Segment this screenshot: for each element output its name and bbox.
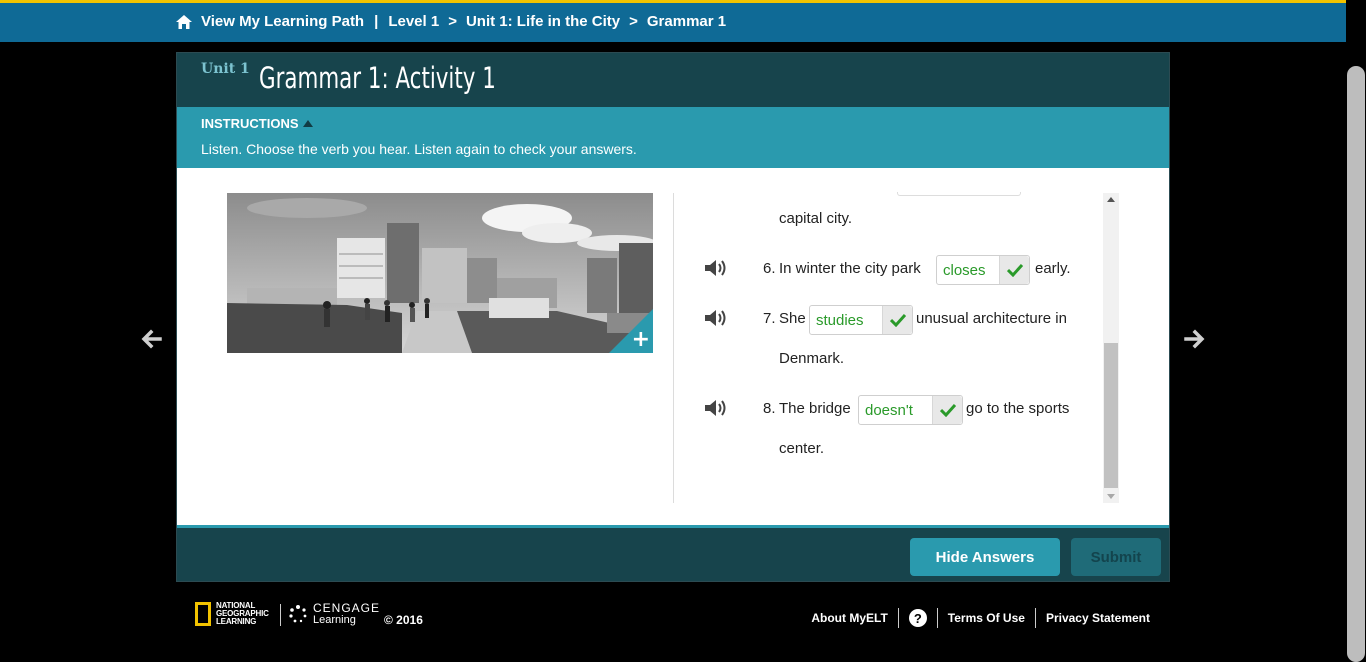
- check-icon: [932, 396, 962, 424]
- answer-value: closes: [943, 262, 986, 279]
- action-bar: Hide Answers Submit: [177, 525, 1169, 581]
- breadcrumb-learning-path[interactable]: View My Learning Path: [201, 13, 364, 30]
- speaker-icon[interactable]: [703, 398, 727, 418]
- breadcrumb-lesson[interactable]: Grammar 1: [647, 13, 726, 30]
- column-divider: [673, 193, 674, 503]
- cengage-sub: Learning: [313, 614, 356, 626]
- question-7-text: She: [779, 310, 806, 327]
- breadcrumb-level[interactable]: Level 1: [388, 13, 439, 30]
- questions-scrollbar-thumb[interactable]: [1104, 343, 1118, 488]
- site-footer: NATIONAL GEOGRAPHIC LEARNING CENGAGE Lea…: [195, 602, 1155, 632]
- link-separator: [936, 608, 938, 628]
- breadcrumb-gt: >: [629, 13, 638, 30]
- scroll-up-icon[interactable]: [1107, 197, 1115, 202]
- question-8-text: The bridge: [779, 400, 851, 417]
- privacy-link[interactable]: Privacy Statement: [1046, 611, 1150, 625]
- answer-value: studies: [816, 312, 864, 329]
- terms-link[interactable]: Terms Of Use: [948, 611, 1025, 625]
- instructions-label: INSTRUCTIONS: [201, 116, 299, 131]
- link-separator: [897, 608, 899, 628]
- question-icon[interactable]: ?: [908, 609, 927, 627]
- breadcrumb: View My Learning Path | Level 1 > Unit 1…: [176, 13, 726, 30]
- question-7-continuation: Denmark.: [779, 350, 845, 367]
- ng-logo-text: NATIONAL GEOGRAPHIC LEARNING: [216, 601, 269, 626]
- question-number: 6.: [763, 260, 776, 277]
- footer-links: About MyELT ? Terms Of Use Privacy State…: [811, 608, 1150, 628]
- page-title: Grammar 1: Activity 1: [259, 61, 496, 95]
- collapse-triangle-icon[interactable]: [302, 120, 313, 127]
- answer-dropdown-8[interactable]: doesn't: [858, 395, 963, 425]
- city-photo-image: [227, 193, 653, 353]
- plus-icon[interactable]: +: [632, 329, 650, 351]
- question-6-text: In winter the city park: [779, 260, 921, 277]
- page-scrollbar-thumb[interactable]: [1347, 66, 1365, 662]
- activity-panel: Unit 1 Grammar 1: Activity 1 INSTRUCTION…: [176, 52, 1170, 582]
- instructions-toggle[interactable]: INSTRUCTIONS: [201, 116, 313, 131]
- top-nav-bar: View My Learning Path | Level 1 > Unit 1…: [0, 0, 1346, 42]
- about-link[interactable]: About MyELT: [811, 611, 887, 625]
- speaker-icon[interactable]: [703, 308, 727, 328]
- answer-dropdown-7[interactable]: studies: [809, 305, 913, 335]
- instructions-text: Listen. Choose the verb you hear. Listen…: [201, 141, 637, 157]
- breadcrumb-gt: >: [448, 13, 457, 30]
- ng-yellow-frame-icon: [195, 602, 211, 626]
- answer-value: doesn't: [865, 402, 913, 419]
- question-5-tail: capital city.: [779, 210, 853, 227]
- question-7-after: unusual architecture in: [916, 310, 1067, 327]
- link-separator: [1034, 608, 1036, 628]
- cengage-logo[interactable]: CENGAGE Learning: [288, 602, 380, 626]
- logo-divider: [280, 604, 281, 626]
- home-icon[interactable]: [176, 14, 192, 29]
- breadcrumb-separator: |: [374, 13, 379, 30]
- arrow-right-icon[interactable]: [1182, 327, 1206, 351]
- national-geographic-logo[interactable]: NATIONAL GEOGRAPHIC LEARNING: [195, 602, 269, 626]
- question-8-continuation: center.: [779, 440, 825, 457]
- speaker-icon[interactable]: [703, 258, 727, 278]
- scroll-down-icon[interactable]: [1107, 494, 1115, 499]
- arrow-left-icon[interactable]: [140, 327, 164, 351]
- submit-button[interactable]: Submit: [1071, 538, 1161, 576]
- question-number: 7.: [763, 310, 776, 327]
- check-icon: [882, 306, 912, 334]
- cengage-icon: [289, 605, 307, 623]
- check-icon: [999, 256, 1029, 284]
- questions-scrollbar[interactable]: [1103, 193, 1119, 503]
- hide-answers-button[interactable]: Hide Answers: [910, 538, 1060, 576]
- activity-photo[interactable]: +: [227, 193, 653, 353]
- question-6-after: early.: [1035, 260, 1071, 277]
- cengage-name: CENGAGE: [313, 601, 381, 615]
- answer-dropdown-6[interactable]: closes: [936, 255, 1030, 285]
- breadcrumb-unit[interactable]: Unit 1: Life in the City: [466, 13, 620, 30]
- unit-tag: Unit 1: [201, 61, 250, 77]
- activity-header: Unit 1 Grammar 1: Activity 1: [177, 53, 1169, 107]
- question-8-after: go to the sports: [966, 400, 1070, 417]
- instructions-panel: INSTRUCTIONS Listen. Choose the verb you…: [177, 107, 1169, 168]
- answer-box-partial: [897, 192, 1021, 196]
- question-number: 8.: [763, 400, 776, 417]
- copyright: © 2016: [384, 613, 423, 627]
